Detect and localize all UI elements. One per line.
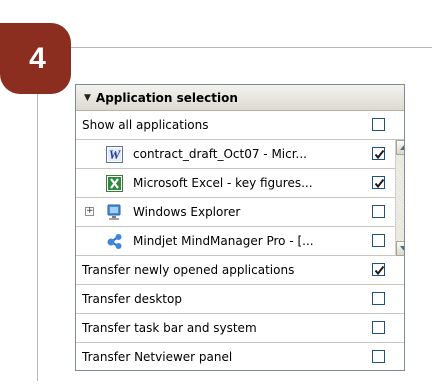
row-label: Mindjet MindManager Pro - [... [133,234,314,248]
windows-explorer-checkbox[interactable] [372,205,385,218]
svg-text:W: W [109,147,122,162]
row-app-mindmanager: Mindjet MindManager Pro - [... [76,227,395,256]
horizontal-rule [71,47,432,48]
excel-app-checkbox[interactable] [372,176,385,189]
row-label: Transfer desktop [82,292,182,306]
row-transfer-newly-opened: Transfer newly opened applications [76,256,404,285]
step-number-badge: 4 [0,23,71,94]
row-app-windows-explorer: + Windows Explorer [76,198,395,227]
row-label: Windows Explorer [133,205,241,219]
expand-plus-icon[interactable]: + [85,207,94,216]
mindmanager-icon [106,233,123,250]
windows-explorer-icon [106,204,123,221]
transfer-desktop-checkbox[interactable] [372,292,385,305]
excel-icon [106,175,123,192]
collapse-triangle-icon[interactable]: ▼ [84,93,91,103]
scroll-up-button[interactable] [396,140,404,155]
row-label: Transfer Netviewer panel [82,350,233,364]
row-transfer-desktop: Transfer desktop [76,285,404,314]
transfer-newly-opened-checkbox[interactable] [372,263,385,276]
row-label: contract_draft_Oct07 - Micr... [133,147,307,161]
scroll-down-button[interactable] [396,241,404,256]
row-app-word: W contract_draft_Oct07 - Micr... [76,140,395,169]
row-transfer-taskbar: Transfer task bar and system [76,314,404,343]
row-label: Transfer newly opened applications [82,263,295,277]
row-label: Transfer task bar and system [82,321,257,335]
row-app-excel: Microsoft Excel - key figures... [76,169,395,198]
row-label: Microsoft Excel - key figures... [133,176,313,190]
vertical-rule [37,94,38,381]
show-all-applications-checkbox[interactable] [372,118,385,131]
application-selection-panel: ▼ Application selection Show all applica… [75,84,405,371]
app-list-scrollbar[interactable] [395,140,404,256]
transfer-netviewer-panel-checkbox[interactable] [372,350,385,363]
word-icon: W [106,146,123,163]
row-label: Show all applications [82,118,209,132]
panel-title: Application selection [95,90,238,105]
mindmanager-checkbox[interactable] [372,234,385,247]
word-app-checkbox[interactable] [372,147,385,160]
row-show-all-applications: Show all applications [76,111,404,140]
transfer-taskbar-checkbox[interactable] [372,321,385,334]
row-transfer-netviewer-panel: Transfer Netviewer panel [76,343,404,370]
panel-header[interactable]: ▼ Application selection [76,85,404,111]
